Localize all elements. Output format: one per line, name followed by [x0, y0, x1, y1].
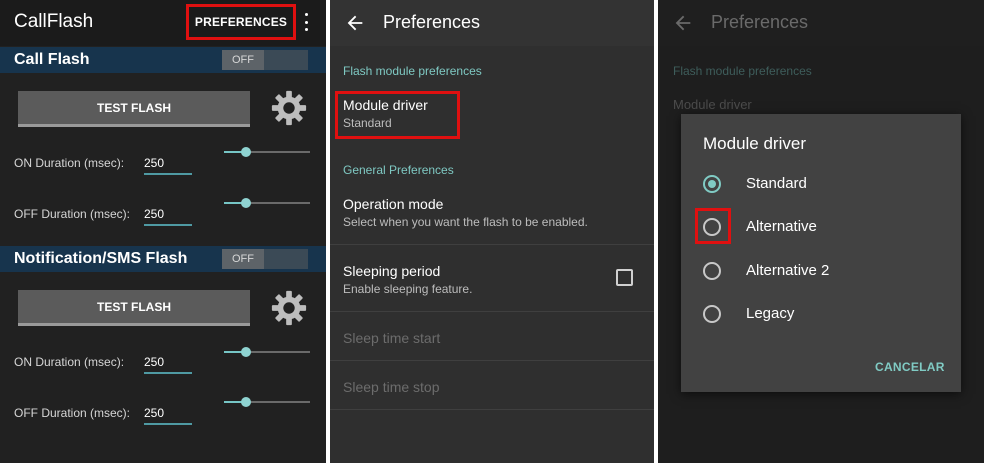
back-arrow-icon [675, 15, 691, 31]
radio-unselected-icon[interactable] [703, 218, 721, 236]
call-off-duration-slider[interactable] [224, 198, 310, 208]
module-driver-summary: Standard [343, 116, 392, 130]
sms-off-duration-slider[interactable] [224, 397, 310, 407]
dimmed-flash-module-category: Flash module preferences [673, 64, 812, 78]
call-flash-header: Call Flash OFF [0, 47, 326, 73]
call-on-duration-input[interactable]: 250 [144, 156, 192, 175]
dimmed-app-bar: Preferences [658, 0, 984, 46]
call-flash-toggle[interactable]: OFF [222, 50, 308, 70]
call-flash-label: Call Flash [14, 51, 90, 68]
divider [330, 409, 654, 410]
call-settings-gear-icon[interactable] [270, 89, 308, 127]
app-title: CallFlash [14, 11, 94, 32]
operation-mode-title[interactable]: Operation mode [343, 196, 443, 212]
option-label: Alternative 2 [746, 262, 830, 279]
sms-flash-header: Notification/SMS Flash OFF [0, 246, 326, 272]
cancel-button[interactable]: CANCELAR [875, 360, 945, 374]
divider [330, 244, 654, 245]
divider [330, 360, 654, 361]
divider [330, 311, 654, 312]
preferences-app-bar: Preferences [330, 0, 654, 46]
sms-off-duration-input[interactable]: 250 [144, 406, 192, 425]
slider-thumb[interactable] [241, 198, 251, 208]
call-test-flash-button[interactable]: TEST FLASH [18, 91, 250, 127]
module-driver-dialog-screen: Preferences Flash module preferences Mod… [658, 0, 984, 463]
dimmed-preferences-title: Preferences [711, 12, 809, 32]
general-category: General Preferences [343, 163, 454, 177]
preferences-screen: Preferences Flash module preferences Mod… [330, 0, 654, 463]
slider-thumb[interactable] [241, 147, 251, 157]
slider-thumb[interactable] [241, 397, 251, 407]
sms-flash-toggle-label: OFF [222, 249, 264, 269]
sms-settings-gear-icon[interactable] [270, 289, 308, 327]
dimmed-module-driver-title: Module driver [673, 97, 752, 112]
operation-mode-summary: Select when you want the flash to be ena… [343, 215, 588, 229]
slider-thumb[interactable] [241, 347, 251, 357]
sms-test-flash-button[interactable]: TEST FLASH [18, 290, 250, 326]
radio-unselected-icon[interactable] [703, 262, 721, 280]
option-standard[interactable]: Standard [703, 172, 943, 196]
radio-unselected-icon[interactable] [703, 305, 721, 323]
option-alternative-2[interactable]: Alternative 2 [703, 259, 943, 283]
module-driver-title[interactable]: Module driver [343, 97, 428, 113]
sleeping-period-checkbox[interactable] [616, 269, 633, 286]
sms-flash-toggle[interactable]: OFF [222, 249, 308, 269]
call-on-duration-label: ON Duration (msec): [14, 156, 125, 170]
sms-on-duration-input[interactable]: 250 [144, 355, 192, 374]
call-off-duration-input[interactable]: 250 [144, 207, 192, 226]
sleep-time-stop: Sleep time stop [343, 379, 440, 395]
radio-selected-icon[interactable] [703, 175, 721, 193]
sms-off-duration-label: OFF Duration (msec): [14, 406, 131, 420]
preferences-button[interactable]: PREFERENCES [186, 4, 296, 40]
back-arrow-icon[interactable] [344, 12, 366, 34]
module-driver-dialog: Module driver Standard Alternative Alter… [681, 114, 961, 392]
option-alternative[interactable]: Alternative [695, 208, 943, 244]
sleeping-period-summary: Enable sleeping feature. [343, 282, 473, 296]
option-label: Legacy [746, 305, 795, 322]
call-off-duration-label: OFF Duration (msec): [14, 207, 131, 221]
call-on-duration-slider[interactable] [224, 147, 310, 157]
call-flash-toggle-label: OFF [222, 50, 264, 70]
overflow-menu-icon[interactable] [303, 13, 309, 31]
option-label: Alternative [746, 218, 817, 235]
sleep-time-start: Sleep time start [343, 330, 441, 346]
sleeping-period-title[interactable]: Sleeping period [343, 263, 440, 279]
top-app-bar: CallFlash PREFERENCES [0, 0, 326, 46]
sms-on-duration-label: ON Duration (msec): [14, 355, 125, 369]
option-label: Standard [746, 175, 807, 192]
flash-module-category: Flash module preferences [343, 64, 482, 78]
dialog-title: Module driver [703, 134, 806, 153]
sms-on-duration-slider[interactable] [224, 347, 310, 357]
option-legacy[interactable]: Legacy [703, 302, 943, 326]
callflash-main-screen: CallFlash PREFERENCES Call Flash OFF TES… [0, 0, 326, 463]
sms-flash-label: Notification/SMS Flash [14, 250, 188, 267]
preferences-title: Preferences [383, 12, 481, 32]
